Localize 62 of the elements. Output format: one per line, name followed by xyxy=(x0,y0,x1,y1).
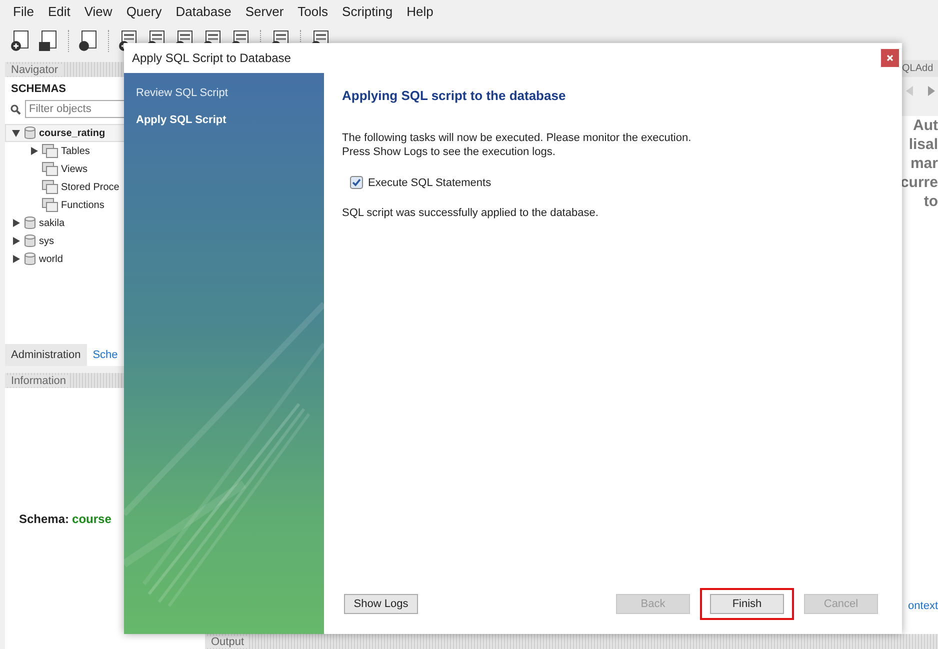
menu-item[interactable]: File xyxy=(6,4,41,18)
dialog-title: Apply SQL Script to Database xyxy=(132,51,291,65)
schema-label: Schema: xyxy=(19,512,70,526)
tree-item[interactable]: Tables xyxy=(5,142,205,160)
panel-title: Information xyxy=(5,374,70,386)
context-link[interactable]: ontext xyxy=(908,600,938,612)
folder-icon xyxy=(42,144,58,158)
tree-item[interactable]: Stored Proce xyxy=(5,178,205,196)
tree-item[interactable]: sys xyxy=(5,232,205,250)
tree-label: Tables xyxy=(61,146,90,156)
menu-item[interactable]: Server xyxy=(238,4,291,18)
menu-item[interactable]: Edit xyxy=(40,4,78,18)
close-icon[interactable] xyxy=(881,49,899,67)
section-title: SCHEMAS xyxy=(11,83,66,95)
tree-label: Stored Proce xyxy=(61,182,120,192)
help-text: to xyxy=(924,192,938,211)
tree-label: sakila xyxy=(39,218,65,228)
collapsed-arrow-icon[interactable] xyxy=(30,146,38,156)
help-text: mar xyxy=(910,154,938,173)
tree-label: sys xyxy=(39,236,54,246)
tree-item[interactable]: sakila xyxy=(5,214,205,232)
status-message: SQL script was successfully applied to the database. xyxy=(342,207,600,219)
tree-label: Functions xyxy=(61,200,104,210)
database-icon xyxy=(24,252,36,266)
folder-icon xyxy=(42,162,58,176)
collapsed-arrow-icon[interactable] xyxy=(12,254,20,264)
dialog-button[interactable]: Show Logs xyxy=(344,594,418,614)
menu-item[interactable]: Database xyxy=(168,4,238,18)
tree-item[interactable]: world xyxy=(5,250,205,268)
folder-icon xyxy=(42,180,58,194)
database-icon xyxy=(24,126,36,140)
collapsed-arrow-icon[interactable] xyxy=(12,236,20,246)
tree-item[interactable]: Views xyxy=(5,160,205,178)
panel-title: Output xyxy=(205,636,248,648)
database-icon xyxy=(24,216,36,230)
schema-name: course xyxy=(72,512,112,526)
task-label: Execute SQL Statements xyxy=(368,176,492,188)
tree-label: Views xyxy=(61,164,88,174)
page-heading: Applying SQL script to the database xyxy=(342,88,567,103)
menu-item[interactable]: Tools xyxy=(290,4,336,18)
panel-tab[interactable]: Sche xyxy=(86,344,124,366)
menu-item[interactable]: Query xyxy=(119,4,169,18)
menu-item[interactable]: Scripting xyxy=(335,4,400,18)
menu-item[interactable]: Help xyxy=(400,4,440,18)
search-icon xyxy=(10,104,21,114)
help-text: lisal xyxy=(908,135,938,154)
panel-tab[interactable]: Administration xyxy=(5,344,87,366)
help-text: Aut xyxy=(913,116,938,135)
instruction-text: The following tasks will now be executed. Please monitor the execution. xyxy=(342,131,692,145)
panel-title: Navigator xyxy=(5,64,62,76)
tree-item[interactable]: Functions xyxy=(5,196,205,214)
expanded-arrow-icon[interactable] xyxy=(11,129,21,137)
help-text: curre xyxy=(900,173,938,192)
collapsed-arrow-icon[interactable] xyxy=(12,218,20,228)
instruction-text: Press Show Logs to see the execution logs. xyxy=(342,145,556,159)
panel-tab[interactable]: QLAdd xyxy=(902,60,938,77)
tree-label: course_rating xyxy=(39,128,106,138)
database-icon xyxy=(24,234,36,248)
menu-item[interactable]: View xyxy=(77,4,120,18)
tree-label: world xyxy=(39,254,63,264)
folder-icon xyxy=(42,198,58,212)
dialog-button[interactable]: Finish xyxy=(710,594,784,614)
